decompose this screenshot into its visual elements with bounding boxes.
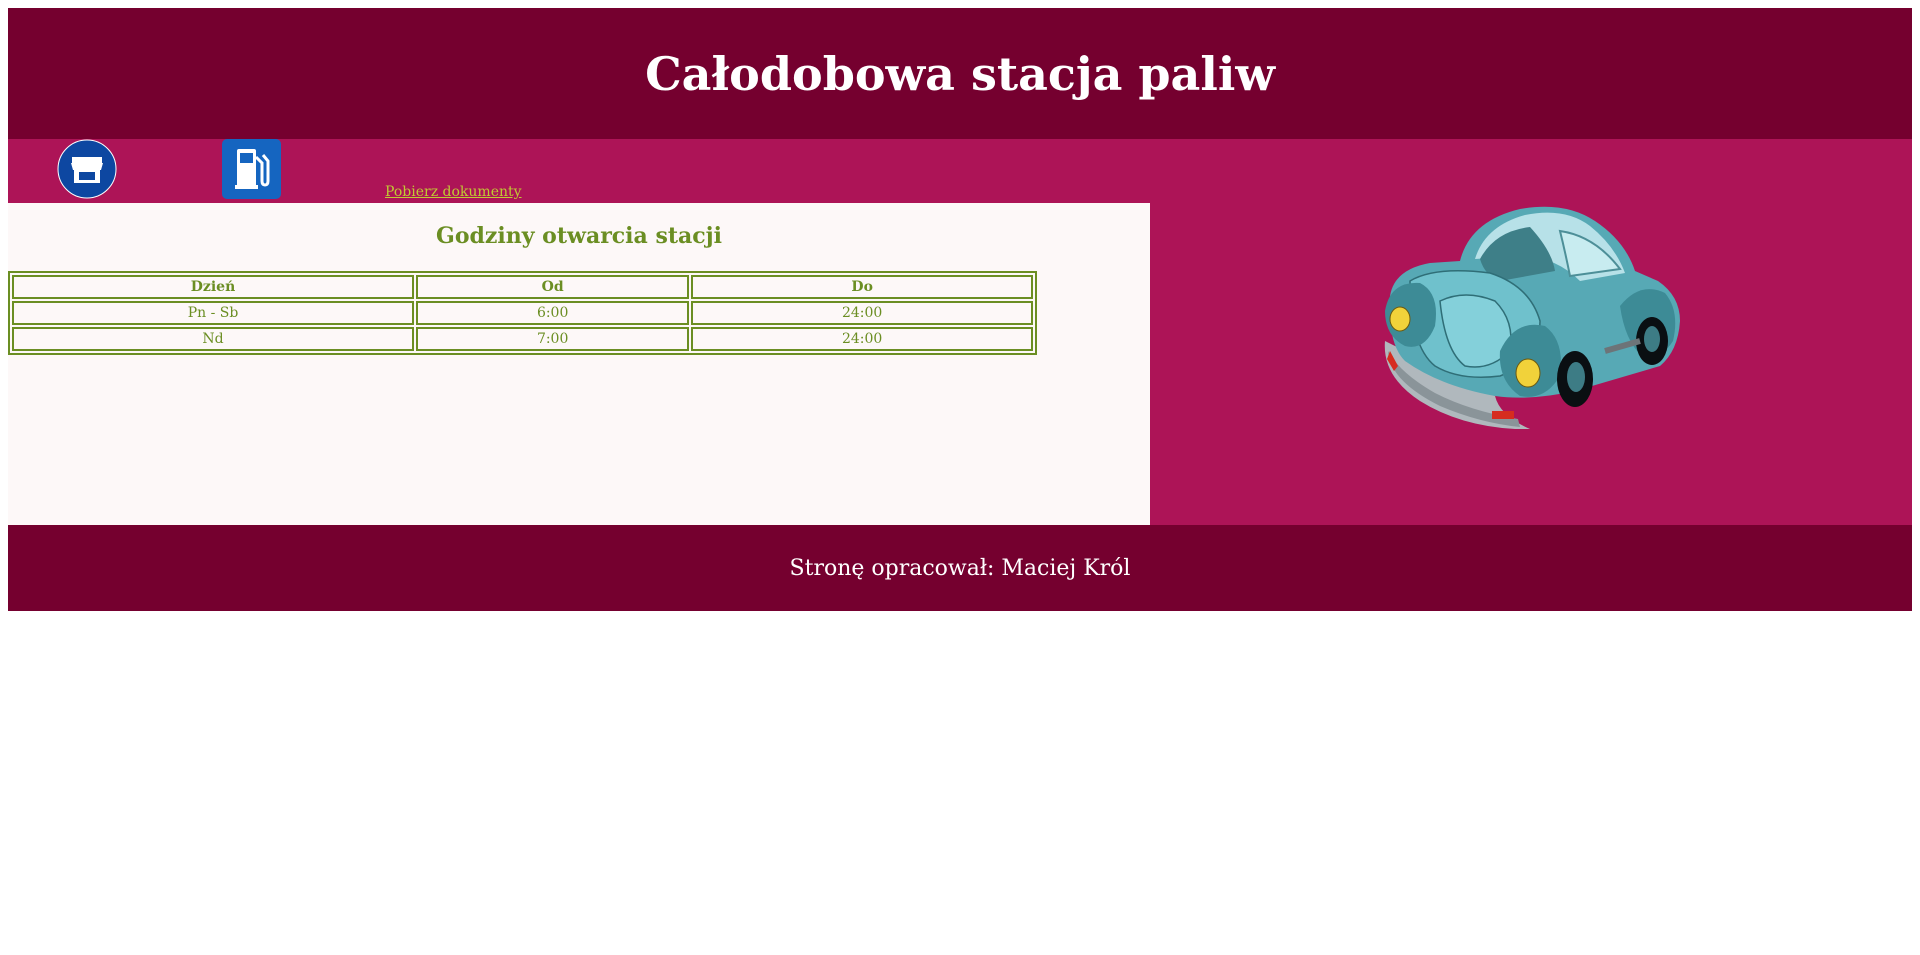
cell-from: 6:00 [416, 301, 690, 325]
cell-day: Nd [12, 327, 414, 351]
cell-from: 7:00 [416, 327, 690, 351]
column-header-from: Od [416, 275, 690, 299]
navigation-bar: Pobierz dokumenty [8, 139, 1912, 203]
download-documents-link[interactable]: Pobierz dokumenty [385, 184, 522, 200]
column-header-day: Dzień [12, 275, 414, 299]
opening-hours-section: Godziny otwarcia stacji Dzień Od Do Pn -… [8, 203, 1150, 525]
main-content: Godziny otwarcia stacji Dzień Od Do Pn -… [8, 203, 1912, 525]
car-illustration [1384, 206, 1680, 429]
cell-day: Pn - Sb [12, 301, 414, 325]
table-row: Nd 7:00 24:00 [12, 327, 1033, 351]
column-header-to: Do [691, 275, 1033, 299]
footer-author-text: Stronę opracował: Maciej Król [789, 555, 1131, 581]
table-row: Pn - Sb 6:00 24:00 [12, 301, 1033, 325]
shop-link[interactable] [57, 139, 118, 200]
site-header: Całodobowa stacja paliw [8, 8, 1912, 139]
opening-hours-table: Dzień Od Do Pn - Sb 6:00 24:00 Nd 7:00 2… [8, 271, 1037, 355]
opening-hours-title: Godziny otwarcia stacji [436, 223, 722, 249]
page-title: Całodobowa stacja paliw [645, 46, 1275, 101]
car-image-panel [1150, 203, 1912, 525]
cell-to: 24:00 [691, 301, 1033, 325]
fuel-link[interactable] [222, 139, 281, 200]
site-footer: Stronę opracował: Maciej Król [8, 525, 1912, 611]
table-header-row: Dzień Od Do [12, 275, 1033, 299]
fuel-pump-icon [222, 139, 281, 199]
shop-icon [57, 139, 117, 199]
page: Całodobowa stacja paliw Pobierz dokument… [8, 8, 1912, 611]
cell-to: 24:00 [691, 327, 1033, 351]
